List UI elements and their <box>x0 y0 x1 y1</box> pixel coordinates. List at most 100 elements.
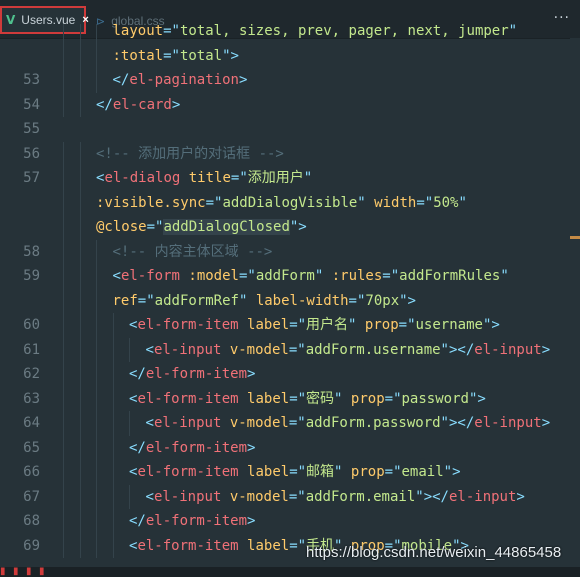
indent-guide <box>112 362 114 387</box>
indent-guide <box>129 484 130 509</box>
indent-guide <box>63 215 64 240</box>
indent-guide <box>79 362 81 387</box>
line-number: 59 <box>23 268 40 284</box>
indent-guide <box>112 435 114 460</box>
indent-guide <box>112 386 114 411</box>
indent-guide <box>79 215 81 240</box>
line-number: 66 <box>23 464 40 480</box>
indent-guide <box>112 484 114 509</box>
indent-guide <box>96 509 97 534</box>
code-line[interactable]: 66 <el-form-item label="邮箱" prop="email"> <box>0 460 580 485</box>
code-line[interactable]: 61 <el-input v-model="addForm.username"><… <box>0 337 580 362</box>
indent-guide <box>79 43 81 68</box>
indent-guide <box>63 43 64 68</box>
line-number: 58 <box>23 243 40 260</box>
indent-guide <box>79 386 81 411</box>
code-line[interactable]: 54 </el-card> <box>0 92 580 117</box>
indent-guide <box>79 166 81 191</box>
indent-guide <box>112 313 114 338</box>
code-text: <el-form :model="addForm" :rules="addFor… <box>112 268 509 284</box>
code-line[interactable]: 55 <box>0 117 580 142</box>
indent-guide <box>96 460 97 485</box>
indent-guide <box>63 288 64 313</box>
indent-guide <box>63 141 64 166</box>
code-line[interactable]: @close="addDialogClosed"> <box>0 215 580 240</box>
code-line[interactable]: 64 <el-input v-model="addForm.password"><… <box>0 411 580 436</box>
indent-guide <box>96 362 97 387</box>
indent-guide <box>96 484 97 509</box>
code-line[interactable]: 56 <!-- 添加用户的对话框 --> <box>0 141 580 166</box>
code-text: <el-form-item label="密码" prop="password"… <box>129 390 486 407</box>
line-number: 65 <box>23 439 40 456</box>
indent-guide <box>79 24 81 44</box>
indent-guide <box>112 460 114 485</box>
code-line[interactable]: 62 </el-form-item> <box>0 362 580 387</box>
indent-guide <box>79 288 81 313</box>
indent-guide <box>63 411 64 436</box>
code-line[interactable]: 53 </el-pagination> <box>0 68 580 93</box>
line-number: 53 <box>23 72 40 88</box>
code-line[interactable]: 67 <el-input v-model="addForm.email"></el… <box>0 484 580 509</box>
code-line[interactable]: 68 </el-form-item> <box>0 509 580 534</box>
indent-guide <box>63 190 64 215</box>
status-bar: ▮ ▮ ▮ ▮ <box>0 567 580 577</box>
indent-guide <box>63 239 64 264</box>
code-line[interactable]: :total="total"> <box>0 43 580 68</box>
code-editor[interactable]: layout="total, sizes, prev, pager, next,… <box>0 24 580 569</box>
indent-guide <box>79 239 81 264</box>
line-number: 67 <box>23 488 40 505</box>
indent-guide <box>129 337 130 362</box>
code-text: </el-card> <box>96 96 181 113</box>
code-line[interactable]: 59 <el-form :model="addForm" :rules="addF… <box>0 264 580 289</box>
indent-guide <box>79 264 81 289</box>
code-text: :total="total"> <box>112 47 239 64</box>
indent-guide <box>96 239 97 264</box>
code-line[interactable]: 63 <el-form-item label="密码" prop="passwor… <box>0 386 580 411</box>
indent-guide <box>96 435 97 460</box>
code-line[interactable]: 57 <el-dialog title="添加用户" <box>0 166 580 191</box>
code-line[interactable]: 65 </el-form-item> <box>0 435 580 460</box>
indent-guide <box>79 190 81 215</box>
code-text: @close="addDialogClosed"> <box>96 219 307 235</box>
code-text: </el-form-item> <box>129 513 256 529</box>
code-text: <el-input v-model="addForm.username"></e… <box>145 341 551 358</box>
indent-guide <box>79 460 81 485</box>
indent-guide <box>96 264 97 289</box>
indent-guide <box>63 264 64 289</box>
scrollbar-marker <box>570 236 580 239</box>
indent-guide <box>96 386 97 411</box>
code-text: <el-dialog title="添加用户" <box>96 170 313 186</box>
code-text: <el-input v-model="addForm.email"></el-i… <box>145 488 525 505</box>
indent-guide <box>96 43 97 68</box>
indent-guide <box>112 337 114 362</box>
indent-guide <box>63 484 64 509</box>
code-text: <el-form-item label="用户名" prop="username… <box>129 317 500 333</box>
line-number: 54 <box>23 96 40 113</box>
line-number: 63 <box>23 390 40 407</box>
indent-guide <box>79 337 81 362</box>
indent-guide <box>79 435 81 460</box>
indent-guide <box>96 533 97 558</box>
watermark: https://blog.csdn.net/weixin_44865458 <box>306 544 562 561</box>
indent-guide <box>63 509 64 534</box>
code-text: <el-input v-model="addForm.password"></e… <box>145 415 551 431</box>
code-text: <!-- 添加用户的对话框 --> <box>96 145 284 162</box>
code-line[interactable]: 60 <el-form-item label="用户名" prop="userna… <box>0 313 580 338</box>
indent-guide <box>63 68 64 93</box>
code-line[interactable]: layout="total, sizes, prev, pager, next,… <box>0 24 580 44</box>
scrollbar[interactable] <box>570 38 580 568</box>
code-line[interactable]: 58 <!-- 内容主体区域 --> <box>0 239 580 264</box>
line-number: 60 <box>23 317 40 333</box>
line-number: 57 <box>23 170 40 186</box>
code-line[interactable]: ref="addFormRef" label-width="70px"> <box>0 288 580 313</box>
indent-guide <box>96 24 97 44</box>
indent-guide <box>63 362 64 387</box>
indent-guide <box>112 509 114 534</box>
indent-guide <box>63 386 64 411</box>
line-number: 56 <box>23 145 40 162</box>
code-line[interactable]: :visible.sync="addDialogVisible" width="… <box>0 190 580 215</box>
code-text: ref="addFormRef" label-width="70px"> <box>112 292 416 309</box>
code-text: <!-- 内容主体区域 --> <box>112 243 273 260</box>
code-text: </el-pagination> <box>112 72 248 88</box>
indent-guide <box>79 411 81 436</box>
